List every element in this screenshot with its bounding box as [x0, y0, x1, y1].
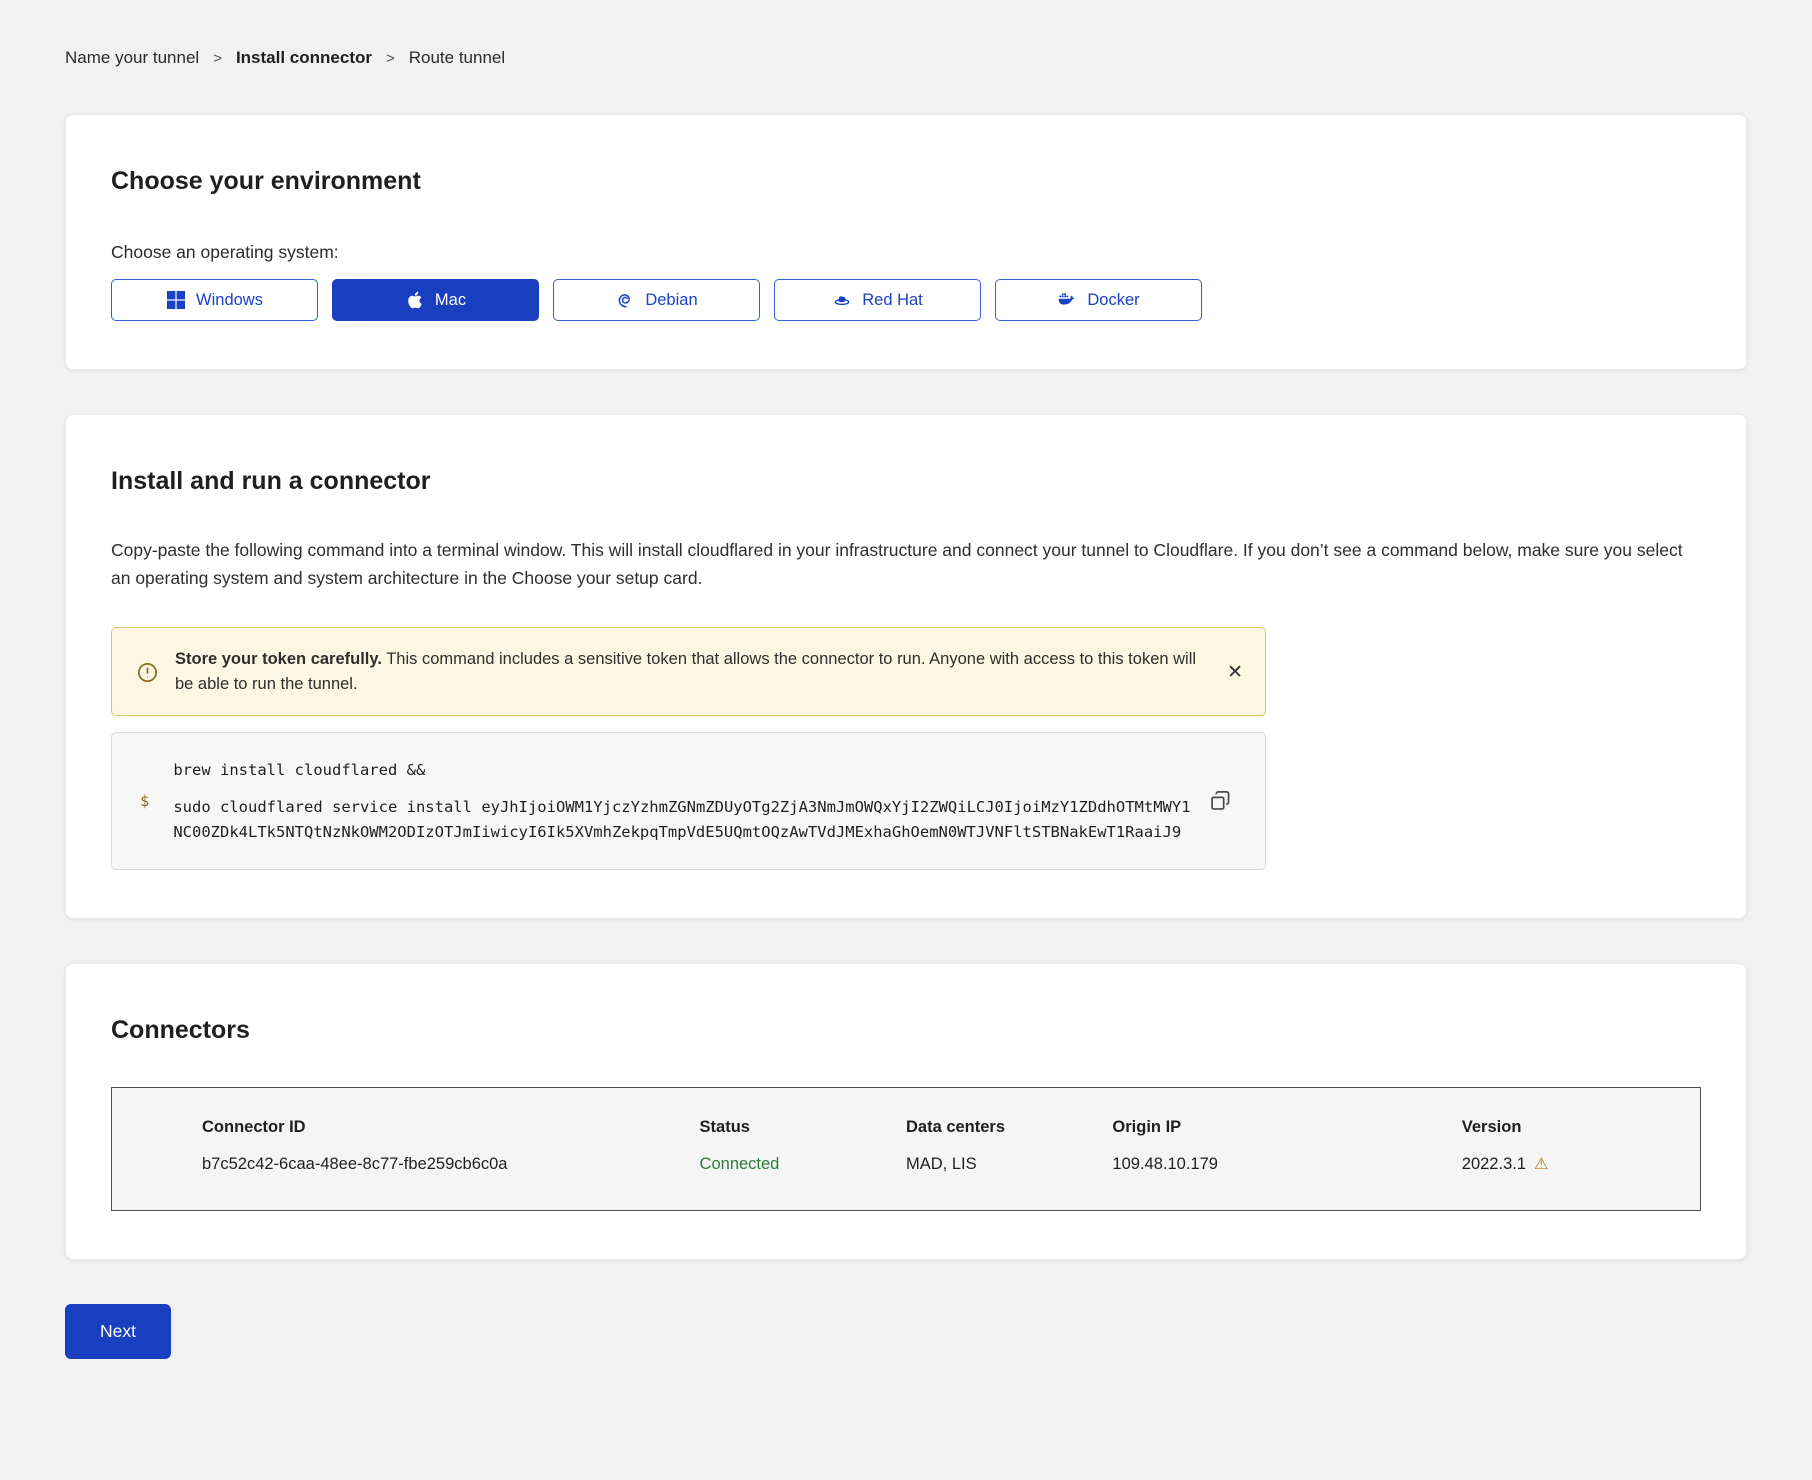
- command-line-2: sudo cloudflared service install eyJhIjo…: [173, 795, 1193, 844]
- next-button[interactable]: Next: [65, 1304, 171, 1359]
- breadcrumb-name-your-tunnel[interactable]: Name your tunnel: [65, 48, 199, 68]
- connector-id-value: b7c52c42-6caa-48ee-8c77-fbe259cb6c0a: [112, 1155, 700, 1174]
- os-button-windows[interactable]: Windows: [111, 279, 318, 321]
- command-line-2-text: sudo cloudflared service install: [173, 798, 472, 816]
- header-connector-id: Connector ID: [112, 1118, 700, 1137]
- apple-icon: [405, 290, 425, 310]
- os-button-docker[interactable]: Docker: [995, 279, 1202, 321]
- connectors-table-grid: Connector ID Status Data centers Origin …: [112, 1118, 1700, 1174]
- os-button-mac[interactable]: Mac: [332, 279, 539, 321]
- alert-circle-icon: [136, 661, 159, 684]
- shell-prompt: $: [140, 792, 149, 810]
- page: Name your tunnel > Install connector > R…: [0, 0, 1812, 1419]
- connectors-card-title: Connectors: [111, 1016, 1701, 1045]
- os-button-label: Docker: [1087, 291, 1139, 310]
- token-warning-banner: Store your token carefully. This command…: [111, 627, 1266, 716]
- close-icon[interactable]: ✕: [1227, 663, 1243, 682]
- install-connector-card: Install and run a connector Copy-paste t…: [65, 414, 1747, 919]
- os-button-group: Windows Mac Debian: [111, 279, 1701, 321]
- os-button-redhat[interactable]: Red Hat: [774, 279, 981, 321]
- os-button-label: Mac: [435, 291, 466, 310]
- breadcrumb-route-tunnel[interactable]: Route tunnel: [409, 48, 505, 68]
- redhat-icon: [832, 290, 852, 310]
- os-button-label: Windows: [196, 291, 263, 310]
- origin-ip-value: 109.48.10.179: [1112, 1155, 1461, 1174]
- install-description: Copy-paste the following command into a …: [111, 536, 1701, 593]
- token-warning-text: Store your token carefully. This command…: [175, 647, 1197, 698]
- command-code-block: $ brew install cloudflared && sudo cloud…: [111, 732, 1266, 870]
- breadcrumb-separator-icon: >: [386, 50, 395, 67]
- breadcrumb-separator-icon: >: [213, 50, 222, 67]
- header-data-centers: Data centers: [906, 1118, 1112, 1137]
- header-version: Version: [1462, 1118, 1700, 1137]
- data-centers-value: MAD, LIS: [906, 1155, 1112, 1174]
- status-badge: Connected: [700, 1155, 906, 1174]
- command-text: brew install cloudflared && sudo cloudfl…: [173, 758, 1193, 844]
- connectors-card: Connectors Connector ID Status Data cent…: [65, 963, 1747, 1260]
- copy-icon[interactable]: [1209, 790, 1231, 812]
- header-origin-ip: Origin IP: [1112, 1118, 1461, 1137]
- os-button-label: Debian: [645, 291, 697, 310]
- windows-icon: [166, 290, 186, 310]
- version-value: 2022.3.1 ⚠: [1462, 1155, 1700, 1174]
- debian-icon: [615, 290, 635, 310]
- os-button-debian[interactable]: Debian: [553, 279, 760, 321]
- os-button-label: Red Hat: [862, 291, 923, 310]
- breadcrumb-install-connector[interactable]: Install connector: [236, 48, 372, 68]
- docker-icon: [1057, 290, 1077, 310]
- breadcrumb: Name your tunnel > Install connector > R…: [65, 48, 1747, 68]
- choose-environment-card: Choose your environment Choose an operat…: [65, 114, 1747, 370]
- version-number: 2022.3.1: [1462, 1155, 1526, 1174]
- environment-card-title: Choose your environment: [111, 167, 1701, 196]
- connectors-table: Connector ID Status Data centers Origin …: [111, 1087, 1701, 1211]
- header-status: Status: [700, 1118, 906, 1137]
- os-select-label: Choose an operating system:: [111, 242, 1701, 263]
- command-line-1: brew install cloudflared &&: [173, 758, 1193, 782]
- token-warning-bold: Store your token carefully.: [175, 650, 382, 668]
- install-card-title: Install and run a connector: [111, 467, 1701, 496]
- warning-triangle-icon[interactable]: ⚠: [1534, 1157, 1548, 1173]
